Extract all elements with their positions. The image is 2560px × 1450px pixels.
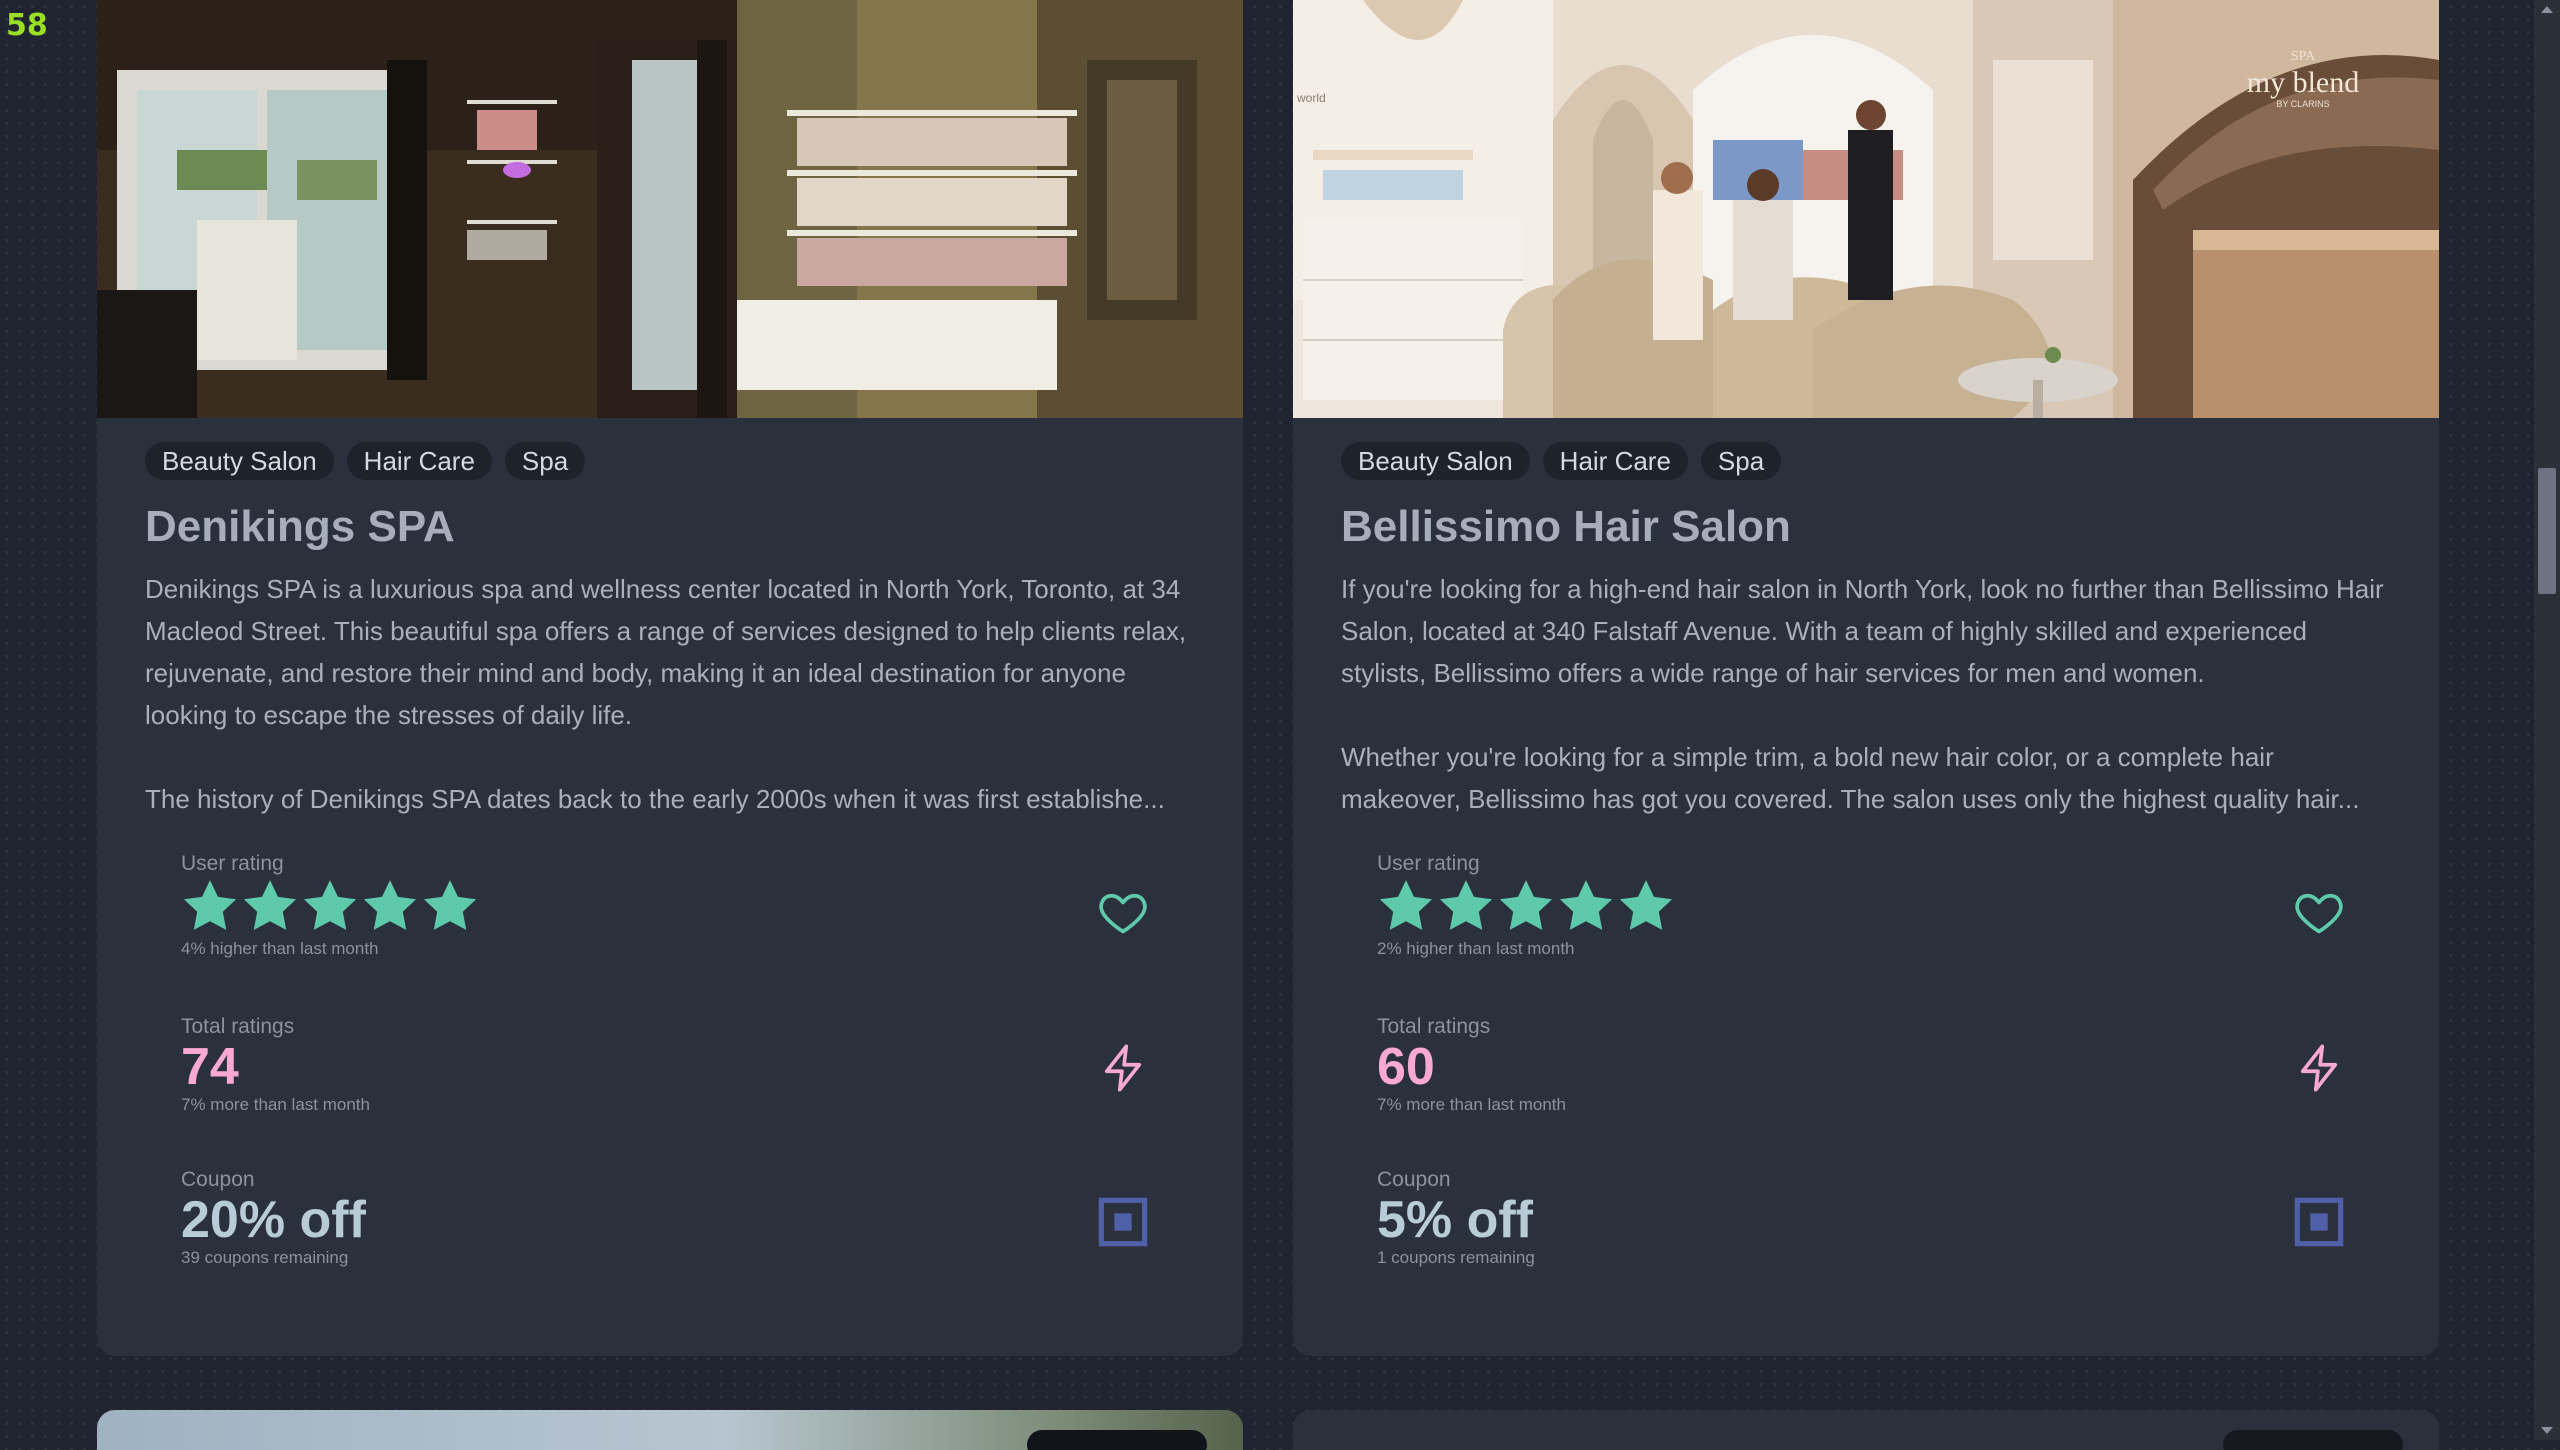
photo-overlay-pill [1027, 1430, 1207, 1450]
stat-label: User rating [181, 852, 284, 875]
salon-card-next[interactable] [1293, 1410, 2439, 1450]
coupon-stat: Coupon 20% off 39 coupons remaining [181, 1168, 366, 1268]
stat-label: Total ratings [181, 1015, 295, 1038]
stat-note: 7% more than last month [1377, 1095, 1566, 1114]
star-icon [421, 878, 479, 939]
stat-label: Coupon [181, 1168, 255, 1191]
coupon-stat: Coupon 5% off 1 coupons remaining [1377, 1168, 1535, 1268]
tag[interactable]: Beauty Salon [145, 442, 334, 480]
star-rating [1377, 878, 1675, 939]
signage-small-top: SPA [2291, 49, 2316, 64]
total-ratings-stat: Total ratings 60 7% more than last month [1377, 1015, 1566, 1115]
salon-photo: SPA my blend BY CLARINS world [1293, 0, 2439, 418]
stat-value: 60 [1377, 1038, 1435, 1096]
user-rating-stat: User rating 4% higher than last month [181, 852, 479, 959]
lightning-icon[interactable] [2293, 1042, 2345, 1094]
scroll-down-arrow-icon[interactable] [2541, 1427, 2553, 1434]
photo-overlay-pill [2223, 1430, 2403, 1450]
fps-counter: 58 [6, 8, 48, 43]
tag-list: Beauty Salon Hair Care Spa [145, 442, 586, 480]
salon-card-next[interactable] [97, 1410, 1243, 1450]
lightning-icon[interactable] [1097, 1042, 1149, 1094]
description-paragraph: If you're looking for a high-end hair sa… [1341, 574, 2384, 688]
stat-note: 2% higher than last month [1377, 939, 1575, 958]
salon-title[interactable]: Denikings SPA [145, 502, 455, 552]
signage-brand: my blend [2247, 66, 2360, 99]
page-scrollbar[interactable] [2534, 0, 2560, 1440]
star-icon [1437, 878, 1495, 939]
stat-value: 20% off [181, 1191, 366, 1249]
user-rating-stat: User rating 2% higher than last month [1377, 852, 1675, 959]
salon-photo [97, 0, 1243, 418]
stat-label: User rating [1377, 852, 1480, 875]
salon-card[interactable]: Beauty Salon Hair Care Spa Denikings SPA… [97, 0, 1243, 1356]
star-icon [181, 878, 239, 939]
star-icon [1497, 878, 1555, 939]
star-icon [1377, 878, 1435, 939]
tag[interactable]: Beauty Salon [1341, 442, 1530, 480]
star-rating [181, 878, 479, 939]
tag[interactable]: Hair Care [346, 442, 492, 480]
stat-note: 7% more than last month [181, 1095, 370, 1114]
stat-value: 5% off [1377, 1191, 1533, 1249]
salon-title[interactable]: Bellissimo Hair Salon [1341, 502, 1791, 552]
scroll-up-arrow-icon[interactable] [2541, 6, 2553, 13]
salon-description: If you're looking for a high-end hair sa… [1341, 568, 2391, 862]
heart-icon[interactable] [1097, 886, 1149, 938]
heart-icon[interactable] [2293, 886, 2345, 938]
stat-note: 1 coupons remaining [1377, 1248, 1535, 1267]
star-icon [361, 878, 419, 939]
signage-small-bottom: BY CLARINS [2276, 99, 2329, 109]
tag[interactable]: Spa [1700, 442, 1782, 480]
tag-list: Beauty Salon Hair Care Spa [1341, 442, 1782, 480]
salon-card[interactable]: SPA my blend BY CLARINS world Beauty Sal… [1293, 0, 2439, 1356]
stat-value: 74 [181, 1038, 239, 1096]
star-icon [241, 878, 299, 939]
salon-description: Denikings SPA is a luxurious spa and wel… [145, 568, 1195, 862]
tag[interactable]: Hair Care [1542, 442, 1688, 480]
square-ticket-icon[interactable] [2293, 1196, 2345, 1248]
total-ratings-stat: Total ratings 74 7% more than last month [181, 1015, 370, 1115]
star-icon [301, 878, 359, 939]
square-ticket-icon[interactable] [1097, 1196, 1149, 1248]
stat-note: 39 coupons remaining [181, 1248, 349, 1267]
scrollbar-thumb[interactable] [2538, 468, 2556, 594]
stat-label: Total ratings [1377, 1015, 1491, 1038]
description-paragraph: Denikings SPA is a luxurious spa and wel… [145, 574, 1187, 730]
signage-wall-text: world [1296, 91, 1326, 105]
description-paragraph: The history of Denikings SPA dates back … [145, 784, 1165, 814]
star-icon [1617, 878, 1675, 939]
stat-note: 4% higher than last month [181, 939, 379, 958]
description-paragraph: Whether you're looking for a simple trim… [1341, 742, 2360, 814]
star-icon [1557, 878, 1615, 939]
tag[interactable]: Spa [504, 442, 586, 480]
stat-label: Coupon [1377, 1168, 1451, 1191]
